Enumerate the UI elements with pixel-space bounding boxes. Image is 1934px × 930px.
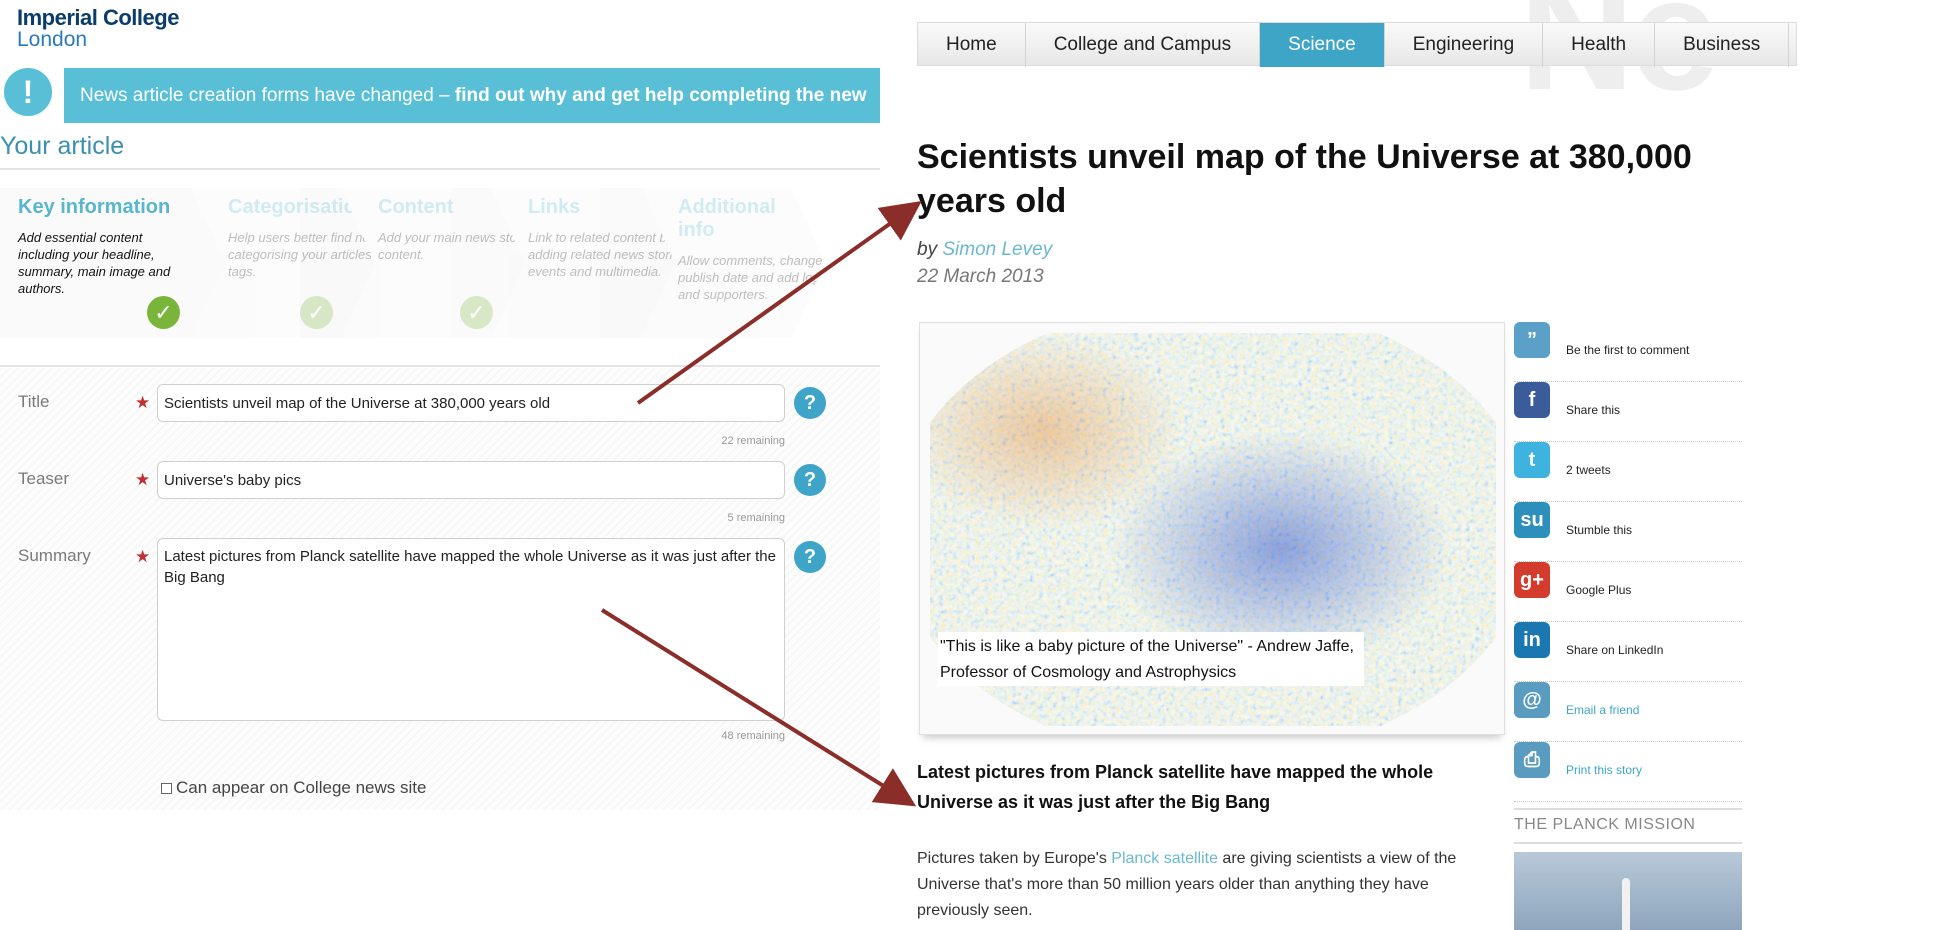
share-item[interactable]: f Share this bbox=[1514, 382, 1742, 442]
share-item[interactable]: g+ Google Plus bbox=[1514, 562, 1742, 622]
required-star-icon: ★ bbox=[135, 547, 151, 566]
article-image[interactable]: "This is like a baby picture of the Univ… bbox=[919, 322, 1505, 735]
section-title: Your article bbox=[0, 132, 125, 160]
rocket-illustration bbox=[1622, 878, 1630, 930]
check-icon: ✓ bbox=[147, 296, 180, 329]
step-title: Additional info bbox=[678, 196, 776, 241]
step-navigation: Key information Add essential content in… bbox=[0, 188, 880, 338]
share-item[interactable]: t 2 tweets bbox=[1514, 442, 1742, 502]
stumbleupon-icon[interactable]: su bbox=[1514, 502, 1550, 538]
logo-line-2: London bbox=[17, 28, 88, 51]
planck-mission-image[interactable] bbox=[1514, 852, 1742, 930]
step-title: Content bbox=[378, 196, 454, 218]
notice-link[interactable]: find out why and get help completing the… bbox=[455, 85, 867, 106]
checkbox-box[interactable] bbox=[161, 782, 172, 794]
planck-mission-section: THE PLANCK MISSION bbox=[1514, 808, 1742, 844]
nav-item-science[interactable]: Science bbox=[1260, 23, 1385, 67]
article-headline: Scientists unveil map of the Universe at… bbox=[917, 138, 1692, 220]
form-fields: Title ★ 22 remaining ? Teaser ★ 5 remain… bbox=[0, 368, 880, 810]
share-item[interactable]: su Stumble this bbox=[1514, 502, 1742, 562]
help-icon[interactable]: ? bbox=[794, 387, 826, 419]
title-label: Title bbox=[18, 392, 50, 411]
comment-icon[interactable]: ” bbox=[1514, 322, 1550, 358]
linkedin-icon[interactable]: in bbox=[1514, 622, 1550, 658]
share-label[interactable]: Print this story bbox=[1566, 763, 1642, 777]
screenshot-composite: Imperial College London News article cre… bbox=[0, 0, 1934, 930]
article-creation-form: Imperial College London News article cre… bbox=[0, 0, 880, 810]
step-title: Key information bbox=[18, 196, 171, 218]
article-body: Pictures taken by Europe's Planck satell… bbox=[917, 846, 1497, 924]
divider bbox=[0, 365, 880, 367]
notice-banner: News article creation forms have changed… bbox=[0, 64, 880, 123]
help-icon[interactable]: ? bbox=[794, 464, 826, 496]
byline-prefix: by bbox=[917, 239, 938, 260]
check-icon: ✓ bbox=[300, 296, 333, 329]
logo-line-1: Imperial College bbox=[17, 5, 179, 30]
teaser-input[interactable] bbox=[157, 461, 785, 499]
share-label[interactable]: Be the first to comment bbox=[1566, 343, 1689, 357]
article-summary: Latest pictures from Planck satellite ha… bbox=[917, 762, 1434, 812]
twitter-icon[interactable]: t bbox=[1514, 442, 1550, 478]
notice-text: News article creation forms have changed… bbox=[80, 85, 455, 106]
nav-item-engineering[interactable]: Engineering bbox=[1385, 23, 1544, 67]
body-text: Pictures taken by Europe's bbox=[917, 850, 1112, 867]
nav-item-health[interactable]: Health bbox=[1543, 23, 1656, 67]
email-icon[interactable]: @ bbox=[1514, 682, 1550, 718]
caption-line-1: "This is like a baby picture of the Univ… bbox=[940, 638, 1354, 655]
share-label[interactable]: 2 tweets bbox=[1566, 463, 1611, 477]
caption-line-2: Professor of Cosmology and Astrophysics bbox=[940, 664, 1237, 681]
step-description: Allow comments, change the publish date … bbox=[678, 253, 845, 302]
notice-bar: News article creation forms have changed… bbox=[64, 68, 880, 123]
college-news-checkbox[interactable]: Can appear on College news site bbox=[161, 778, 426, 798]
title-remaining: 22 remaining bbox=[721, 435, 785, 447]
teaser-label: Teaser bbox=[18, 469, 70, 488]
share-item[interactable]: in Share on LinkedIn bbox=[1514, 622, 1742, 682]
step-title: Categorisation bbox=[228, 196, 369, 218]
title-input[interactable] bbox=[157, 384, 785, 422]
published-article: Ne HomeCollege and CampusScienceEngineer… bbox=[917, 0, 1934, 930]
divider bbox=[0, 168, 880, 170]
step-title: Links bbox=[528, 196, 581, 218]
print-icon[interactable]: ⎙ bbox=[1514, 742, 1550, 778]
byline: by Simon Levey bbox=[917, 239, 1052, 261]
share-item[interactable]: ” Be the first to comment bbox=[1514, 322, 1742, 382]
share-label[interactable]: Share this bbox=[1566, 403, 1620, 417]
article-date: 22 March 2013 bbox=[917, 266, 1044, 287]
nav-item-college-and-campus[interactable]: College and Campus bbox=[1026, 23, 1261, 67]
required-star-icon: ★ bbox=[135, 470, 151, 489]
checkbox-label: Can appear on College news site bbox=[176, 778, 427, 797]
college-logo[interactable]: Imperial College London bbox=[17, 7, 179, 51]
share-label[interactable]: Google Plus bbox=[1566, 583, 1631, 597]
required-star-icon: ★ bbox=[135, 393, 151, 412]
image-caption: "This is like a baby picture of the Univ… bbox=[938, 632, 1364, 686]
nav-item-business[interactable]: Business bbox=[1655, 23, 1790, 67]
divider bbox=[1514, 842, 1742, 844]
share-label[interactable]: Email a friend bbox=[1566, 703, 1639, 717]
summary-remaining: 48 remaining bbox=[721, 730, 785, 742]
nav-item-home[interactable]: Home bbox=[918, 23, 1026, 67]
planck-satellite-link[interactable]: Planck satellite bbox=[1111, 850, 1218, 867]
share-label[interactable]: Stumble this bbox=[1566, 523, 1632, 537]
main-nav: Home College and Campus Science Engineering… bbox=[917, 22, 1797, 67]
summary-label: Summary bbox=[18, 546, 91, 565]
facebook-icon[interactable]: f bbox=[1514, 382, 1550, 418]
teaser-remaining: 5 remaining bbox=[727, 512, 785, 524]
step-description: Add essential content including your hea… bbox=[18, 230, 171, 296]
step-key-information[interactable]: Key information Add essential content in… bbox=[0, 188, 225, 338]
share-item[interactable]: ⎙ Print this story bbox=[1514, 742, 1742, 802]
info-alert-icon: ! bbox=[0, 64, 56, 120]
share-sidebar: ” Be the first to comment f Share this t 2 tw… bbox=[1514, 322, 1742, 802]
share-item[interactable]: @ Email a friend bbox=[1514, 682, 1742, 742]
author-link[interactable]: Simon Levey bbox=[942, 239, 1052, 260]
check-icon: ✓ bbox=[460, 296, 493, 329]
share-label[interactable]: Share on LinkedIn bbox=[1566, 643, 1663, 657]
summary-textarea[interactable]: Latest pictures from Planck satellite ha… bbox=[157, 538, 785, 721]
planck-mission-title: THE PLANCK MISSION bbox=[1514, 816, 1696, 833]
google-plus-icon[interactable]: g+ bbox=[1514, 562, 1550, 598]
help-icon[interactable]: ? bbox=[794, 541, 826, 573]
